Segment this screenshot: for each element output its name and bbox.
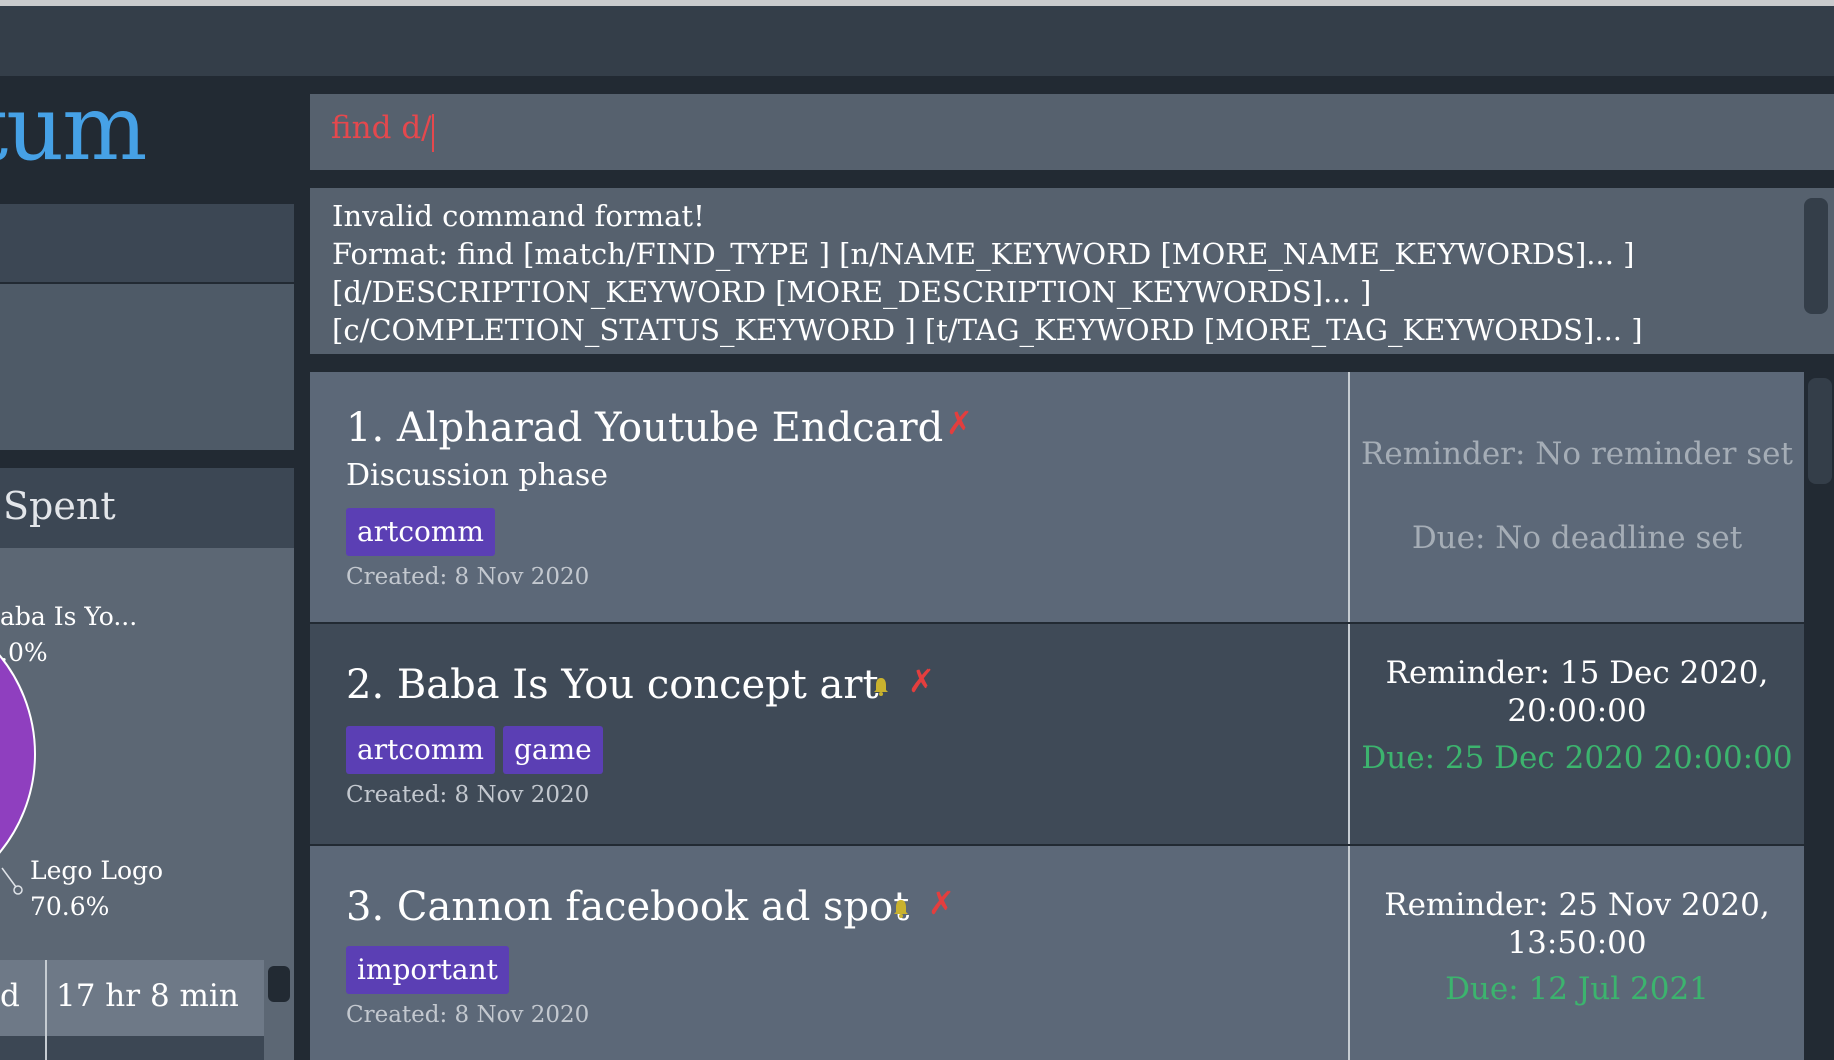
result-line-4: [c/COMPLETION_STATUS_KEYWORD ] [t/TAG_KE… — [332, 313, 1643, 347]
task-name: 3. Cannon facebook ad spot — [346, 884, 910, 930]
left-info-box — [0, 204, 294, 282]
cross-icon: ✗ — [946, 404, 973, 442]
task-card-side — [1350, 372, 1804, 622]
task-due: Due: No deadline set — [1411, 520, 1743, 556]
pie-leader-dot — [13, 885, 23, 895]
task-description: Discussion phase — [346, 458, 609, 493]
time-table-row-next — [0, 1036, 264, 1060]
task-list-scrollbar[interactable] — [1808, 378, 1832, 484]
time-table-divider — [45, 960, 47, 1060]
cross-icon: ✗ — [908, 662, 935, 700]
tag-game: game — [503, 726, 603, 774]
task-due: Due: 25 Dec 2020 20:00:00 — [1361, 740, 1793, 776]
task-reminder: Reminder: No reminder set — [1361, 436, 1793, 472]
pie-label-baba-percent: .0% — [0, 638, 48, 667]
command-input[interactable] — [310, 94, 1834, 170]
time-spent-title: Spent — [3, 484, 116, 528]
result-line-2: Format: find [match/FIND_TYPE ] [n/NAME_… — [332, 237, 1635, 271]
app-title: tum — [0, 76, 147, 181]
task-name: 1. Alpharad Youtube Endcard — [346, 405, 944, 451]
pie-label-baba: aba Is Yo... .0% — [0, 599, 137, 671]
task-card[interactable]: 3. Cannon facebook ad spot ✗ important C… — [310, 846, 1804, 1060]
tag-artcomm: artcomm — [346, 508, 495, 556]
bell-icon — [874, 678, 888, 696]
task-created-date: Created: 8 Nov 2020 — [346, 1002, 590, 1028]
title-bar — [0, 6, 1834, 76]
pie-label-lego-name: Lego Logo — [30, 856, 164, 885]
tag-important: important — [346, 946, 509, 994]
text-cursor — [432, 114, 434, 152]
task-created-date: Created: 8 Nov 2020 — [346, 564, 590, 590]
pie-label-lego: Lego Logo 70.6% — [30, 853, 163, 925]
time-table-name: d — [0, 978, 20, 1014]
result-line-1: Invalid command format! — [332, 199, 705, 233]
tag-artcomm: artcomm — [346, 726, 495, 774]
task-card[interactable]: 1. Alpharad Youtube Endcard ✗ Discussion… — [310, 372, 1804, 622]
pie-label-baba-name: aba Is Yo... — [0, 602, 138, 631]
time-table-value: 17 hr 8 min — [56, 978, 239, 1014]
cross-icon: ✗ — [928, 884, 955, 922]
bell-icon — [894, 900, 908, 918]
task-reminder: Reminder: 15 Dec 2020, 20:00:00 — [1385, 655, 1769, 729]
pie-label-lego-percent: 70.6% — [30, 892, 110, 921]
task-due: Due: 12 Jul 2021 — [1445, 971, 1709, 1007]
task-name: 2. Baba Is You concept art — [346, 662, 879, 708]
command-input-text[interactable]: find d/ — [331, 110, 432, 146]
task-card[interactable]: 2. Baba Is You concept art ✗ artcomm gam… — [310, 624, 1804, 844]
pie-leader-line — [1, 867, 17, 888]
result-scrollbar[interactable] — [1804, 198, 1828, 314]
task-reminder: Reminder: 25 Nov 2020, 13:50:00 — [1384, 887, 1770, 961]
left-summary-box — [0, 284, 294, 450]
task-created-date: Created: 8 Nov 2020 — [346, 782, 590, 808]
left-scrollbar[interactable] — [268, 966, 290, 1002]
result-line-3: [d/DESCRIPTION_KEYWORD [MORE_DESCRIPTION… — [332, 275, 1372, 309]
